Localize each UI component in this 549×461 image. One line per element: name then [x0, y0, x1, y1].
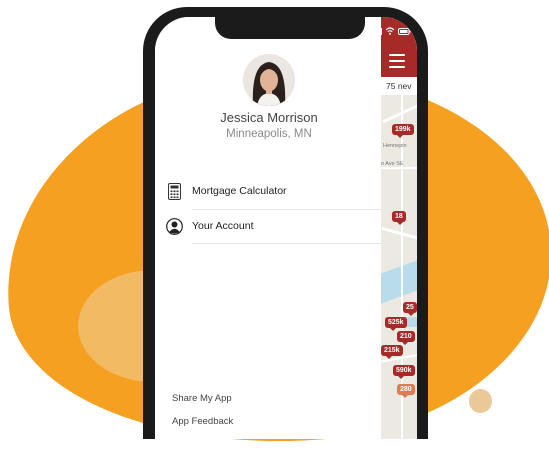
avatar[interactable] [243, 54, 295, 106]
hamburger-menu-icon[interactable] [389, 54, 405, 68]
listing-count: 75 nev [381, 77, 417, 95]
phone-notch [215, 17, 365, 39]
map-road [381, 226, 417, 241]
map-view[interactable]: Hennepin o Ave SE 75 nev 199k 18 25 525k… [381, 17, 417, 439]
signal-icon [373, 27, 382, 35]
price-pin[interactable]: 525k [385, 317, 407, 331]
price-pin[interactable]: 215k [381, 345, 403, 359]
account-icon [165, 217, 183, 235]
side-drawer: Jessica Morrison Minneapolis, MN Mortgag… [155, 17, 382, 439]
phone-screen: Hennepin o Ave SE 75 nev 199k 18 25 525k… [155, 17, 417, 439]
user-name: Jessica Morrison [220, 110, 318, 125]
map-road [382, 103, 417, 124]
menu-item-mortgage-calculator[interactable]: Mortgage Calculator [165, 175, 375, 207]
map-street-label: Hennepin [383, 143, 407, 149]
price-pin[interactable]: 199k [392, 124, 414, 138]
user-location: Minneapolis, MN [226, 128, 312, 140]
map-header-bar [381, 17, 417, 77]
price-pin[interactable]: 590k [393, 365, 415, 379]
small-beige-dot [469, 389, 492, 413]
map-water [381, 260, 417, 304]
price-pin[interactable]: 25 [403, 302, 417, 316]
menu-item-your-account[interactable]: Your Account [165, 210, 375, 242]
battery-icon [398, 27, 411, 35]
map-road [381, 167, 417, 169]
price-pin[interactable]: 280 [397, 384, 415, 398]
price-pin[interactable]: 210 [397, 331, 415, 345]
price-pin[interactable]: 18 [392, 211, 406, 225]
status-bar-icons [373, 27, 411, 35]
app-feedback-link[interactable]: App Feedback [172, 416, 233, 427]
menu-item-label: Mortgage Calculator [192, 185, 287, 197]
wifi-icon [385, 27, 395, 35]
menu-item-label: Your Account [192, 220, 254, 232]
calculator-icon [165, 182, 183, 200]
map-street-label: o Ave SE [381, 161, 404, 167]
menu-divider [192, 243, 382, 244]
share-app-link[interactable]: Share My App [172, 393, 232, 404]
